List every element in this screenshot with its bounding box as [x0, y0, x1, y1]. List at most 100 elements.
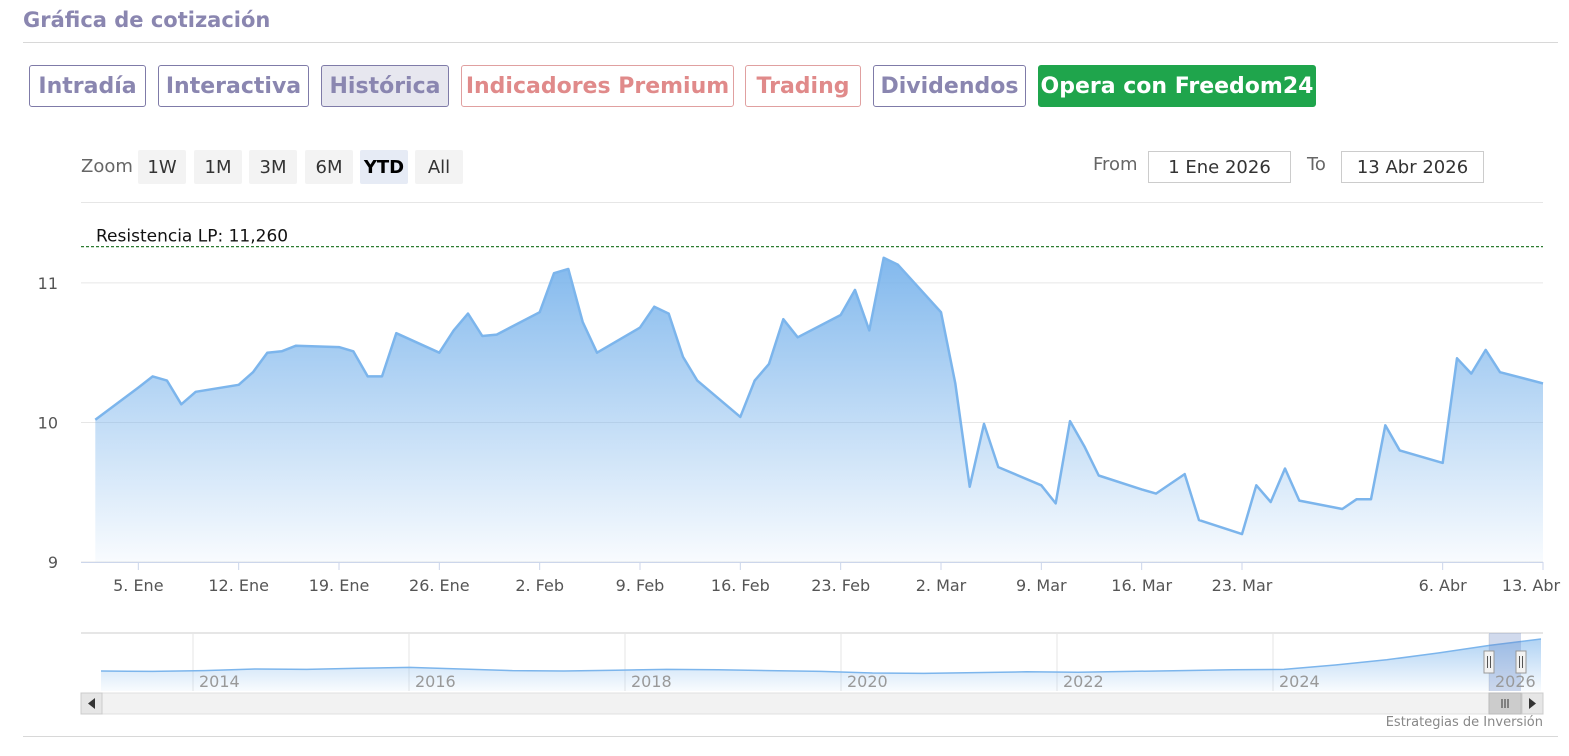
data-point — [1370, 498, 1372, 500]
credit-text: Estrategias de Inversión — [1385, 715, 1543, 730]
data-point — [539, 311, 541, 313]
x-tick-label: 5. Ene — [113, 576, 163, 595]
x-tick-label: 23. Feb — [811, 576, 870, 595]
data-point — [1055, 502, 1057, 504]
y-tick-label: 11 — [38, 274, 58, 293]
data-point — [782, 318, 784, 320]
data-point — [238, 384, 240, 386]
scroll-right-button[interactable] — [1521, 692, 1544, 715]
data-point — [739, 416, 741, 418]
data-point — [1456, 357, 1458, 359]
data-point — [954, 382, 956, 384]
scrollbar-track[interactable] — [80, 692, 1544, 715]
data-point — [467, 313, 469, 315]
data-point — [754, 380, 756, 382]
data-point — [1284, 468, 1286, 470]
x-tick-label: 16. Mar — [1111, 576, 1172, 595]
data-point — [653, 306, 655, 308]
navigator-year-label: 2014 — [199, 672, 240, 691]
data-point — [639, 327, 641, 329]
data-point — [596, 352, 598, 354]
bottom-divider — [23, 736, 1558, 737]
data-point — [166, 380, 168, 382]
x-tick-label: 6. Abr — [1419, 576, 1467, 595]
data-point — [1384, 424, 1386, 426]
data-point — [1155, 493, 1157, 495]
data-point — [295, 345, 297, 347]
data-point — [1255, 484, 1257, 486]
price-area — [95, 257, 1543, 562]
navigator-year-label: 2020 — [847, 672, 888, 691]
data-point — [1198, 519, 1200, 521]
data-point — [1169, 483, 1171, 485]
data-point — [696, 380, 698, 382]
data-point — [137, 387, 139, 389]
x-tick-label: 2. Feb — [515, 576, 564, 595]
data-point — [252, 371, 254, 373]
data-point — [94, 419, 96, 421]
data-point — [1184, 473, 1186, 475]
data-point — [582, 321, 584, 323]
data-point — [969, 486, 971, 488]
navigator-year-label: 2016 — [415, 672, 456, 691]
navigator-handle-right[interactable] — [1515, 650, 1527, 674]
data-point — [152, 375, 154, 377]
data-point — [1083, 445, 1085, 447]
data-point — [567, 268, 569, 270]
data-point — [438, 352, 440, 354]
navigator-year-label: 2018 — [631, 672, 672, 691]
data-point — [1241, 533, 1243, 535]
data-point — [381, 375, 383, 377]
data-point — [1040, 484, 1042, 486]
data-point — [1485, 349, 1487, 351]
data-point — [868, 329, 870, 331]
data-point — [768, 363, 770, 365]
data-point — [883, 257, 885, 259]
data-point — [1270, 501, 1272, 503]
data-point — [367, 375, 369, 377]
scrollbar-thumb[interactable] — [1488, 692, 1522, 715]
data-point — [1499, 371, 1501, 373]
data-point — [281, 350, 283, 352]
data-point — [1542, 382, 1544, 384]
data-point — [897, 264, 899, 266]
x-tick-label: 23. Mar — [1212, 576, 1273, 595]
x-tick-label: 16. Feb — [711, 576, 770, 595]
data-point — [453, 329, 455, 331]
data-point — [195, 391, 197, 393]
scroll-left-button[interactable] — [80, 692, 103, 715]
data-point — [797, 336, 799, 338]
price-chart: 9 10 11 Resistencia LP: 11,260 5. Ene 12. E… — [38, 227, 1561, 715]
y-tick-label: 10 — [38, 413, 58, 432]
data-point — [352, 350, 354, 352]
y-tick-label: 9 — [48, 553, 58, 572]
data-point — [840, 314, 842, 316]
data-point — [854, 289, 856, 291]
navigator-year-label: 2022 — [1063, 672, 1104, 691]
data-point — [1069, 420, 1071, 422]
data-point — [553, 272, 555, 274]
resistance-label: Resistencia LP: 11,260 — [96, 227, 288, 247]
x-tick-label: 19. Ene — [309, 576, 370, 595]
data-point — [1442, 462, 1444, 464]
data-point — [481, 335, 483, 337]
data-point — [395, 332, 397, 334]
data-point — [1098, 475, 1100, 477]
data-point — [668, 313, 670, 315]
data-point — [496, 334, 498, 336]
data-point — [1341, 508, 1343, 510]
data-point — [338, 346, 340, 348]
data-point — [1298, 500, 1300, 502]
navigator-year-label: 2026 — [1495, 672, 1536, 691]
data-point — [997, 466, 999, 468]
data-point — [180, 403, 182, 405]
x-tick-label: 9. Feb — [616, 576, 665, 595]
x-tick-label: 2. Mar — [916, 576, 967, 595]
navigator-handle-left[interactable] — [1483, 650, 1495, 674]
data-point — [266, 352, 268, 354]
data-point — [940, 311, 942, 313]
navigator-year-label: 2024 — [1279, 672, 1320, 691]
data-point — [983, 423, 985, 425]
x-tick-label: 12. Ene — [208, 576, 269, 595]
data-point — [1141, 488, 1143, 490]
